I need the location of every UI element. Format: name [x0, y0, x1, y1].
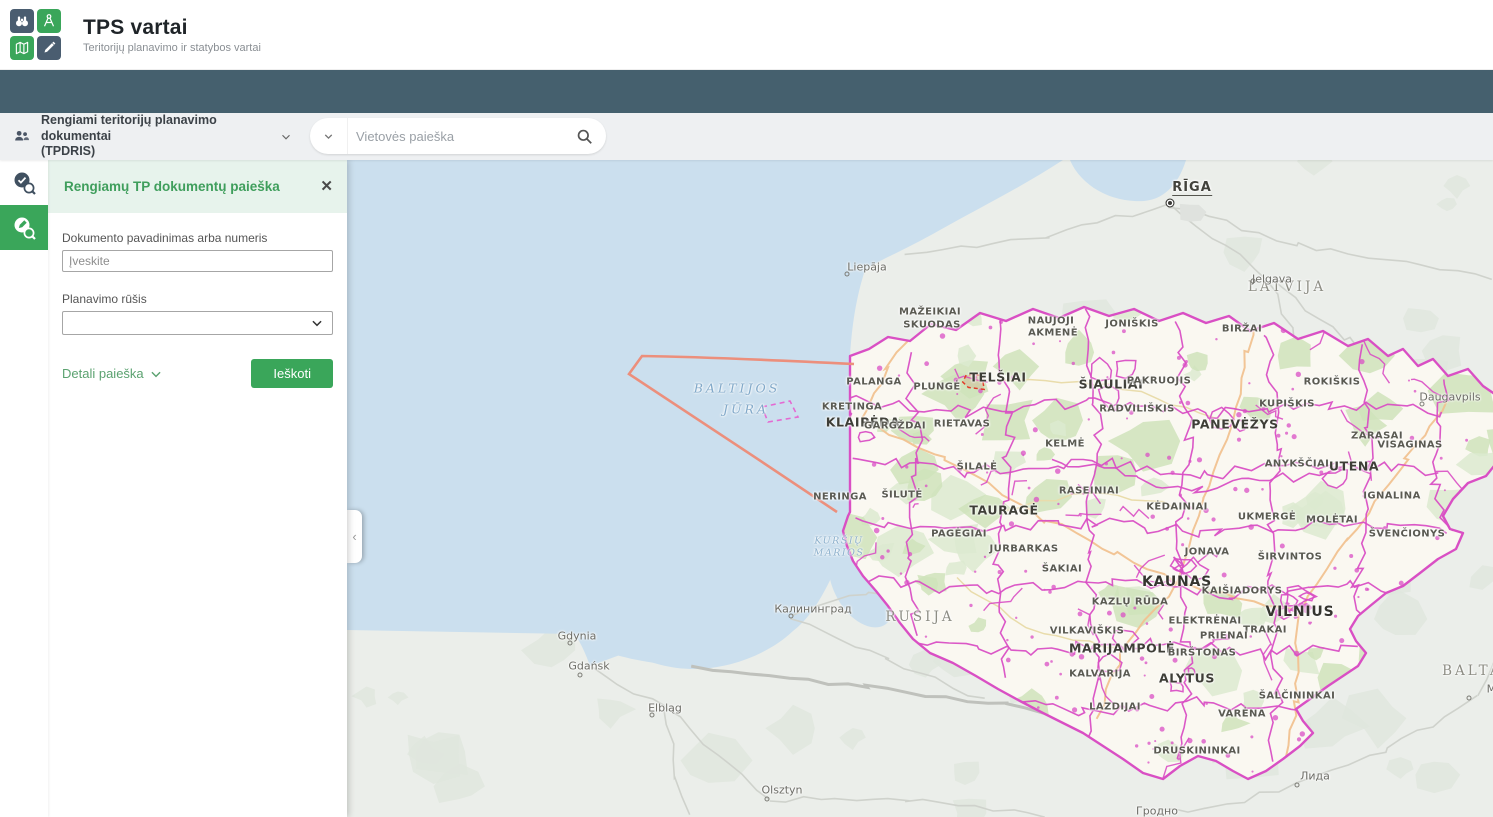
map-icon: [10, 36, 34, 60]
document-name-label: Dokumento pavadinimas arba numeris: [62, 231, 333, 245]
map-toolbar: Rengiami teritorijų planavimo dokumentai…: [0, 113, 1493, 160]
page-title: TPS vartai: [83, 16, 261, 40]
layer-selector-label-line1: Rengiami teritorijų planavimo dokumentai: [41, 113, 273, 144]
search-icon: [575, 127, 594, 146]
document-name-input[interactable]: [62, 250, 333, 272]
layer-selector-label-line2: (TPDRIS): [41, 144, 273, 160]
app-logo: [10, 9, 61, 60]
compass-icon: [37, 9, 61, 33]
search-button[interactable]: Ieškoti: [251, 359, 333, 388]
sidebar-item-approved-docs-search[interactable]: [0, 160, 48, 205]
detailed-search-link[interactable]: Detali paieška: [62, 366, 163, 381]
panel-header: Rengiamų TP dokumentų paieška ✕: [48, 160, 347, 213]
layer-selector-dropdown[interactable]: Rengiami teritorijų planavimo dokumentai…: [12, 113, 293, 160]
base-map: [347, 160, 1493, 817]
page-subtitle: Teritorijų planavimo ir statybos vartai: [83, 42, 261, 54]
place-search-input[interactable]: [348, 129, 562, 144]
chevron-down-icon: [279, 130, 293, 144]
sidebar-item-draft-docs-search[interactable]: [0, 205, 48, 250]
top-navigation-bar: [0, 70, 1493, 113]
panel-collapse-handle[interactable]: ‹: [347, 510, 362, 563]
binoculars-icon: [10, 9, 34, 33]
brush-icon: [37, 36, 61, 60]
place-search-options-button[interactable]: [310, 118, 348, 154]
place-search: [310, 118, 606, 154]
group-icon: [12, 127, 31, 146]
chevron-down-icon: [322, 130, 335, 143]
chevron-down-icon: [310, 316, 324, 330]
app-header: TPS vartai Teritorijų planavimo ir staty…: [0, 0, 1493, 70]
map-canvas[interactable]: BALTIJOSJŪRAKURŠIŲMARIOSLATVIJARUSIJABAL…: [347, 160, 1493, 817]
chevron-down-icon: [149, 367, 163, 381]
document-check-search-icon: [11, 170, 37, 196]
detailed-search-label: Detali paieška: [62, 366, 144, 381]
draft-documents-search-panel: Rengiamų TP dokumentų paieška ✕ Dokument…: [48, 160, 347, 817]
close-icon[interactable]: ✕: [320, 179, 333, 194]
panel-title: Rengiamų TP dokumentų paieška: [64, 179, 320, 194]
place-search-button[interactable]: [562, 118, 606, 154]
document-edit-search-icon: [11, 215, 37, 241]
planning-type-select[interactable]: [62, 311, 333, 335]
tool-rail: [0, 160, 48, 817]
planning-type-label: Planavimo rūšis: [62, 292, 333, 306]
